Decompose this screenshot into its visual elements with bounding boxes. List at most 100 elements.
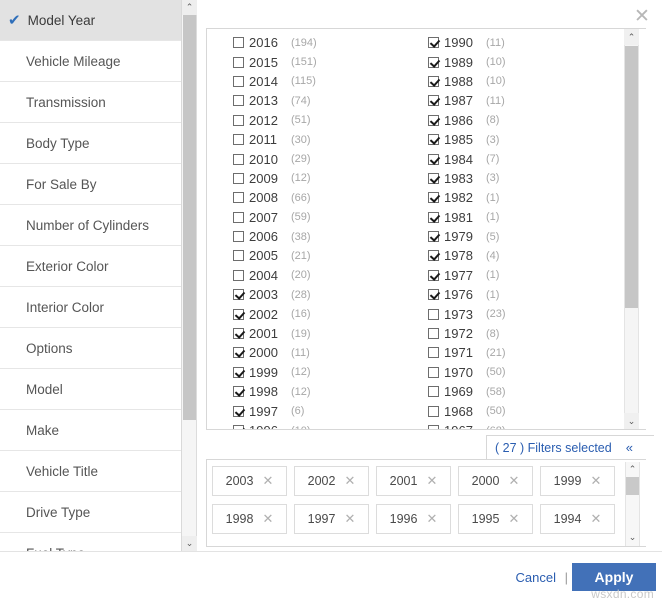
year-checkbox[interactable] xyxy=(428,37,439,49)
year-option-row[interactable]: 2015 (151) xyxy=(233,52,402,71)
year-option-row[interactable]: 1996 (10) xyxy=(233,421,402,429)
year-option-row[interactable]: 2003 (28) xyxy=(233,285,402,304)
sidebar-item-for-sale-by[interactable]: For Sale By xyxy=(0,164,181,205)
year-option-row[interactable]: 1978 (4) xyxy=(428,246,597,265)
filter-tag[interactable]: 1996 ✕ xyxy=(376,504,451,534)
year-checkbox[interactable] xyxy=(233,153,244,165)
remove-tag-icon[interactable]: ✕ xyxy=(590,474,601,489)
year-option-row[interactable]: 2009 (12) xyxy=(233,169,402,188)
remove-tag-icon[interactable]: ✕ xyxy=(426,474,437,489)
year-option-row[interactable]: 2002 (16) xyxy=(233,304,402,323)
remove-tag-icon[interactable]: ✕ xyxy=(344,474,355,489)
year-option-row[interactable]: 1979 (5) xyxy=(428,227,597,246)
filter-tag[interactable]: 2000 ✕ xyxy=(458,466,533,496)
sidebar-scrollbar[interactable]: ⌃ ⌄ xyxy=(182,0,197,551)
year-option-row[interactable]: 2000 (11) xyxy=(233,343,402,362)
year-checkbox[interactable] xyxy=(233,95,244,107)
sidebar-item-model[interactable]: Model xyxy=(0,369,181,410)
year-option-row[interactable]: 2007 (59) xyxy=(233,208,402,227)
year-checkbox[interactable] xyxy=(233,231,244,243)
year-checkbox[interactable] xyxy=(428,172,439,184)
year-option-row[interactable]: 1999 (12) xyxy=(233,363,402,382)
year-option-row[interactable]: 1977 (1) xyxy=(428,266,597,285)
chevron-up-icon[interactable]: « xyxy=(626,441,633,454)
remove-tag-icon[interactable]: ✕ xyxy=(262,512,273,527)
year-option-row[interactable]: 1987 (11) xyxy=(428,91,597,110)
tags-scrollbar-thumb[interactable] xyxy=(626,477,639,495)
year-option-row[interactable]: 1982 (1) xyxy=(428,188,597,207)
year-checkbox[interactable] xyxy=(233,114,244,126)
year-checkbox[interactable] xyxy=(428,347,439,359)
year-option-row[interactable]: 2016 (194) xyxy=(233,33,402,52)
year-checkbox[interactable] xyxy=(428,231,439,243)
year-option-row[interactable]: 1989 (10) xyxy=(428,52,597,71)
year-option-row[interactable]: 1997 (6) xyxy=(233,401,402,420)
year-checkbox[interactable] xyxy=(233,386,244,398)
tags-scroll-up-icon[interactable]: ⌃ xyxy=(625,462,640,476)
year-option-row[interactable]: 2011 (30) xyxy=(233,130,402,149)
year-checkbox[interactable] xyxy=(428,56,439,68)
sidebar-item-vehicle-mileage[interactable]: Vehicle Mileage xyxy=(0,41,181,82)
year-checkbox[interactable] xyxy=(428,75,439,87)
sidebar-item-interior-color[interactable]: Interior Color xyxy=(0,287,181,328)
year-option-row[interactable]: 1983 (3) xyxy=(428,169,597,188)
year-checkbox[interactable] xyxy=(428,95,439,107)
year-checkbox[interactable] xyxy=(233,250,244,262)
year-checkbox[interactable] xyxy=(233,347,244,359)
year-checkbox[interactable] xyxy=(233,211,244,223)
year-option-row[interactable]: 2010 (29) xyxy=(233,149,402,168)
year-checkbox[interactable] xyxy=(428,211,439,223)
year-checkbox[interactable] xyxy=(428,153,439,165)
year-list-scroll-down-icon[interactable]: ⌄ xyxy=(624,413,639,429)
sidebar-item-transmission[interactable]: Transmission xyxy=(0,82,181,123)
year-option-row[interactable]: 1984 (7) xyxy=(428,149,597,168)
tags-scrollbar[interactable]: ⌃ ⌄ xyxy=(619,460,645,546)
sidebar-item-vehicle-title[interactable]: Vehicle Title xyxy=(0,451,181,492)
year-option-row[interactable]: 2001 (19) xyxy=(233,324,402,343)
year-option-row[interactable]: 2012 (51) xyxy=(233,111,402,130)
filter-tag[interactable]: 2001 ✕ xyxy=(376,466,451,496)
year-checkbox[interactable] xyxy=(428,192,439,204)
year-checkbox[interactable] xyxy=(233,366,244,378)
year-checkbox[interactable] xyxy=(428,328,439,340)
filter-tag[interactable]: 1994 ✕ xyxy=(540,504,615,534)
year-option-row[interactable]: 1981 (1) xyxy=(428,208,597,227)
sidebar-scroll-down-icon[interactable]: ⌄ xyxy=(182,536,197,551)
year-checkbox[interactable] xyxy=(233,172,244,184)
year-checkbox[interactable] xyxy=(428,308,439,320)
filters-selected-bar[interactable]: ( 27 ) Filters selected « xyxy=(486,435,654,459)
filter-tag[interactable]: 2002 ✕ xyxy=(294,466,369,496)
sidebar-scrollbar-thumb[interactable] xyxy=(183,15,196,420)
sidebar-item-make[interactable]: Make xyxy=(0,410,181,451)
year-option-row[interactable]: 2008 (66) xyxy=(233,188,402,207)
filter-tag[interactable]: 1998 ✕ xyxy=(212,504,287,534)
year-checkbox[interactable] xyxy=(233,425,244,429)
year-option-row[interactable]: 1976 (1) xyxy=(428,285,597,304)
year-checkbox[interactable] xyxy=(233,56,244,68)
sidebar-item-model-year[interactable]: ✔ Model Year xyxy=(0,0,181,41)
year-checkbox[interactable] xyxy=(233,289,244,301)
year-checkbox[interactable] xyxy=(428,386,439,398)
sidebar-item-number-of-cylinders[interactable]: Number of Cylinders xyxy=(0,205,181,246)
year-checkbox[interactable] xyxy=(233,405,244,417)
cancel-button[interactable]: Cancel xyxy=(516,570,556,585)
sidebar-item-drive-type[interactable]: Drive Type xyxy=(0,492,181,533)
sidebar-item-fuel-type[interactable]: Fuel Type xyxy=(0,533,181,551)
filter-tag[interactable]: 1999 ✕ xyxy=(540,466,615,496)
filter-tag[interactable]: 1997 ✕ xyxy=(294,504,369,534)
year-checkbox[interactable] xyxy=(233,37,244,49)
year-option-row[interactable]: 2005 (21) xyxy=(233,246,402,265)
year-checkbox[interactable] xyxy=(428,134,439,146)
year-checkbox[interactable] xyxy=(428,269,439,281)
year-checkbox[interactable] xyxy=(428,114,439,126)
year-checkbox[interactable] xyxy=(233,269,244,281)
tags-scroll-down-icon[interactable]: ⌄ xyxy=(625,530,640,544)
year-checkbox[interactable] xyxy=(233,192,244,204)
year-checkbox[interactable] xyxy=(233,75,244,87)
remove-tag-icon[interactable]: ✕ xyxy=(262,474,273,489)
year-option-row[interactable]: 2013 (74) xyxy=(233,91,402,110)
close-icon[interactable]: ✕ xyxy=(632,6,652,26)
year-list-scrollbar-thumb[interactable] xyxy=(625,46,638,308)
filter-tag[interactable]: 2003 ✕ xyxy=(212,466,287,496)
remove-tag-icon[interactable]: ✕ xyxy=(508,474,519,489)
